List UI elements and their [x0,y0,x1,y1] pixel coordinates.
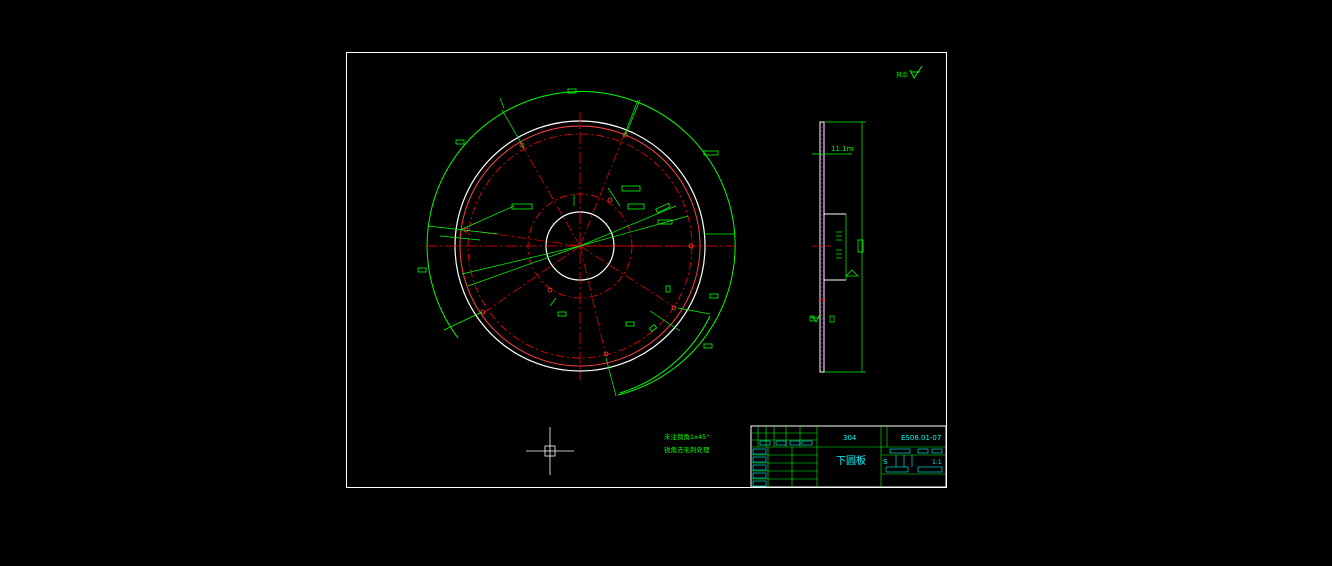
ucs-crosshair-icon [526,427,574,475]
front-view [417,88,736,397]
title-block: 304 下圆板 ES08.01-07 S 1:1 [750,425,947,488]
sheet-border [346,52,947,488]
scale-label: 1:1 [932,459,942,466]
side-view: 11.1m [809,121,866,373]
part-name-label: 下圆板 [836,454,866,467]
side-dim-label: 11.1m [831,145,854,153]
surface-roughness-icon: 其余 [896,65,923,79]
surface-roughness-label: 其余 [896,71,908,79]
leader-lines [427,97,689,332]
note-line-2: 锐角去毛刺处理 [664,445,710,454]
material-label: 304 [843,434,857,442]
sheet-mark-label: S [883,458,888,466]
note-line-1: 未注倒角1x45° [664,432,710,441]
technical-notes: 未注倒角1x45° 锐角去毛刺处理 [664,432,710,454]
outer-dimension-arc-2 [619,315,711,394]
drawing-number-label: ES08.01-07 [901,434,941,442]
cad-drawing-canvas: 11.1m 其余 未注倒角1x45° 锐角去毛刺处理 304 下圆板 ES08.… [346,52,947,488]
